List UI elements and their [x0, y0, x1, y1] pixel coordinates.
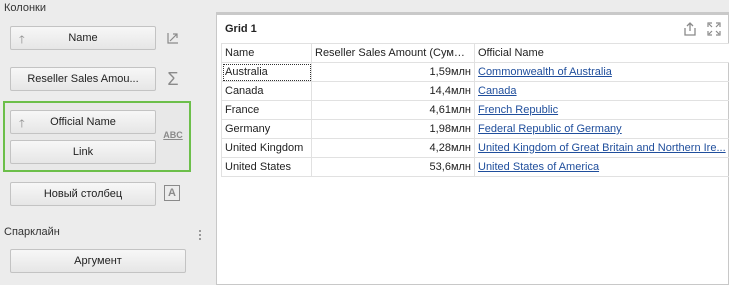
- official-name-link[interactable]: French Republic: [478, 104, 558, 116]
- column-label: Reseller Sales Amou...: [27, 73, 139, 85]
- fields-panel: Колонки 🡑 Name Reseller Sales Amou... Σ …: [0, 0, 205, 285]
- cell-amount: 1,98млн: [311, 119, 475, 139]
- table-row[interactable]: United Kingdom 4,28млн United Kingdom of…: [221, 138, 729, 158]
- splitter-grip[interactable]: [199, 230, 201, 242]
- cell-official: United States of America: [474, 157, 729, 177]
- column-label: Новый столбец: [43, 188, 123, 200]
- maximize-icon[interactable]: [706, 21, 722, 40]
- header-name[interactable]: Name: [221, 43, 312, 63]
- abc-icon[interactable]: ABC: [163, 128, 183, 142]
- letter-a-icon[interactable]: A: [164, 185, 180, 201]
- argument-label: Аргумент: [74, 255, 122, 267]
- header-reseller-sales-amount[interactable]: Reseller Sales Amount (Сумма): [311, 43, 475, 63]
- cell-name: United States: [221, 157, 312, 177]
- grid-panel: Grid 1 Name Reseller Sales Amount (Сумма…: [216, 12, 729, 285]
- column-label: Name: [68, 32, 98, 44]
- cell-amount: 4,28млн: [311, 138, 475, 158]
- cell-name: Australia: [221, 62, 312, 82]
- column-button-name[interactable]: 🡑 Name: [10, 26, 156, 50]
- cell-amount: 53,6млн: [311, 157, 475, 177]
- table-row[interactable]: Germany 1,98млн Federal Republic of Germ…: [221, 119, 729, 139]
- sort-arrow-icon: 🡑: [19, 118, 25, 130]
- cell-name: United Kingdom: [221, 138, 312, 158]
- column-label: Link: [72, 146, 94, 158]
- cell-amount: 4,61млн: [311, 100, 475, 120]
- column-button-official-name[interactable]: 🡑 Official Name: [10, 110, 156, 134]
- data-grid: Name Reseller Sales Amount (Сумма) Offic…: [221, 43, 729, 177]
- official-name-link[interactable]: Commonwealth of Australia: [478, 66, 612, 78]
- columns-section-title: Колонки: [4, 2, 46, 14]
- official-name-link[interactable]: United Kingdom of Great Britain and Nort…: [478, 142, 726, 154]
- cell-official: United Kingdom of Great Britain and Nort…: [474, 138, 729, 158]
- export-icon[interactable]: [682, 21, 698, 40]
- cell-amount: 1,59млн: [311, 62, 475, 82]
- argument-button[interactable]: Аргумент: [10, 249, 186, 273]
- cell-official: Commonwealth of Australia: [474, 62, 729, 82]
- column-button-link[interactable]: Link: [10, 140, 156, 164]
- sigma-icon[interactable]: Σ: [163, 67, 183, 91]
- table-row[interactable]: France 4,61млн French Republic: [221, 100, 729, 120]
- cell-name: France: [221, 100, 312, 120]
- cell-official: French Republic: [474, 100, 729, 120]
- grid-title: Grid 1: [225, 23, 257, 35]
- cell-name: Canada: [221, 81, 312, 101]
- column-button-new-column[interactable]: Новый столбец: [10, 182, 156, 206]
- cell-official: Federal Republic of Germany: [474, 119, 729, 139]
- official-name-link[interactable]: United States of America: [478, 161, 599, 173]
- table-row[interactable]: United States 53,6млн United States of A…: [221, 157, 729, 177]
- table-row[interactable]: Canada 14,4млн Canada: [221, 81, 729, 101]
- cell-name: Germany: [221, 119, 312, 139]
- sparkline-section-title: Спарклайн: [4, 226, 60, 238]
- official-name-link[interactable]: Federal Republic of Germany: [478, 123, 622, 135]
- header-official-name[interactable]: Official Name: [474, 43, 729, 63]
- column-label: Official Name: [50, 116, 116, 128]
- cell-official: Canada: [474, 81, 729, 101]
- column-button-reseller-sales[interactable]: Reseller Sales Amou...: [10, 67, 156, 91]
- official-name-link[interactable]: Canada: [478, 85, 517, 97]
- header-row: Name Reseller Sales Amount (Сумма) Offic…: [221, 43, 729, 63]
- table-row[interactable]: Australia 1,59млн Commonwealth of Austra…: [221, 62, 729, 82]
- sort-arrow-icon: 🡑: [19, 34, 25, 46]
- expand-arrows-icon[interactable]: [164, 28, 182, 48]
- cell-amount: 14,4млн: [311, 81, 475, 101]
